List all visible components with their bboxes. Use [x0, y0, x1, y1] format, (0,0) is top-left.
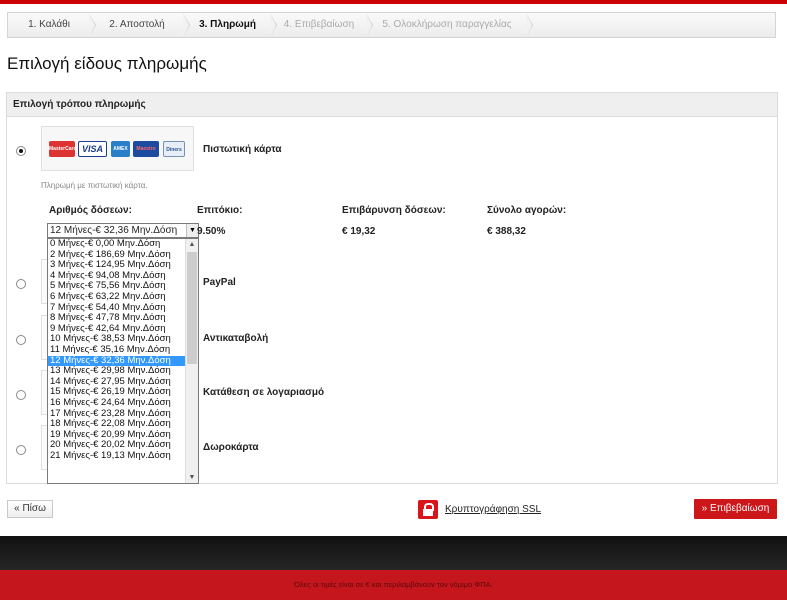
step-label: 2. Αποστολή: [109, 19, 165, 30]
radio-gift-card[interactable]: [16, 445, 26, 455]
dropdown-option[interactable]: 14 Μήνες-€ 27,95 Μην.Δόση: [48, 377, 185, 388]
dropdown-option[interactable]: 2 Μήνες-€ 186,69 Μην.Δόση: [48, 250, 185, 261]
dropdown-option[interactable]: 20 Μήνες-€ 20,02 Μην.Δόση: [48, 440, 185, 451]
page-title: Επιλογή είδους πληρωμής: [7, 54, 207, 73]
total-value: € 388,32: [487, 226, 526, 237]
scroll-up-icon[interactable]: ▲: [186, 241, 198, 248]
radio-credit-card[interactable]: [16, 146, 26, 156]
visa-icon: VISA: [78, 141, 107, 157]
dropdown-option[interactable]: 7 Μήνες-€ 54,40 Μην.Δόση: [48, 303, 185, 314]
ssl-notice: Κρυπτογράφηση SSL: [418, 499, 541, 519]
mastercard-icon: MasterCard: [49, 141, 77, 157]
dropdown-option[interactable]: 17 Μήνες-€ 23,28 Μην.Δόση: [48, 409, 185, 420]
dropdown-option[interactable]: 16 Μήνες-€ 24,64 Μην.Δόση: [48, 398, 185, 409]
maestro-icon: Maestro: [133, 141, 159, 157]
scroll-down-icon[interactable]: ▼: [186, 474, 198, 481]
dropdown-option[interactable]: 8 Μήνες-€ 47,78 Μην.Δόση: [48, 313, 185, 324]
payment-box-header: Επιλογή τρόπου πληρωμής: [7, 93, 777, 117]
installments-selected-value: 12 Μήνες-€ 32,36 Μην.Δόση: [50, 225, 178, 236]
dropdown-option[interactable]: 11 Μήνες-€ 35,16 Μην.Δόση: [48, 345, 185, 356]
dropdown-option[interactable]: 9 Μήνες-€ 42,64 Μην.Δόση: [48, 324, 185, 335]
total-header: Σύνολο αγορών:: [487, 205, 567, 216]
dropdown-option[interactable]: 15 Μήνες-€ 26,19 Μην.Δόση: [48, 387, 185, 398]
dropdown-option[interactable]: 5 Μήνες-€ 75,56 Μην.Δόση: [48, 281, 185, 292]
ssl-link[interactable]: Κρυπτογράφηση SSL: [445, 504, 541, 515]
surcharge-header: Επιβάρυνση δόσεων:: [342, 205, 446, 216]
dropdown-scrollbar[interactable]: ▲ ▼: [185, 239, 198, 483]
dropdown-option[interactable]: 12 Μήνες-€ 32,36 Μην.Δόση: [48, 355, 185, 367]
diners-icon: Diners: [163, 141, 185, 157]
footer-dark-band: [0, 536, 787, 570]
step-payment: 3. Πληρωμή: [184, 13, 277, 37]
top-accent-strip: [0, 0, 787, 4]
dropdown-option[interactable]: 10 Μήνες-€ 38,53 Μην.Δόση: [48, 334, 185, 345]
radio-paypal[interactable]: [16, 279, 26, 289]
step-label: 4. Επιβεβαίωση: [283, 19, 355, 30]
method-label-paypal[interactable]: PayPal: [203, 277, 236, 288]
step-complete: 5. Ολοκλήρωση παραγγελίας: [367, 13, 533, 37]
step-label: 5. Ολοκλήρωση παραγγελίας: [382, 19, 512, 30]
step-label: 3. Πληρωμή: [199, 19, 256, 30]
installments-count-header: Αριθμός δόσεων:: [49, 205, 132, 216]
method-label-bank-deposit[interactable]: Κατάθεση σε λογαριασμό: [203, 387, 324, 398]
payment-method-box: Επιλογή τρόπου πληρωμής MasterCard VISA …: [6, 92, 778, 484]
checkout-steps: 1. Καλάθι 2. Αποστολή 3. Πληρωμή 4. Επιβ…: [7, 12, 776, 38]
step-shipping[interactable]: 2. Αποστολή: [90, 13, 190, 37]
confirm-button[interactable]: » Επιβεβαίωση: [694, 499, 777, 519]
lock-icon: [418, 499, 438, 519]
step-label: 1. Καλάθι: [28, 19, 70, 30]
radio-bank-deposit[interactable]: [16, 390, 26, 400]
footer: Όλες οι τιμές είναι σε € και περιλαμβάνο…: [0, 570, 787, 600]
dropdown-option[interactable]: 3 Μήνες-€ 124,95 Μην.Δόση: [48, 260, 185, 271]
dropdown-option[interactable]: 4 Μήνες-€ 94,08 Μην.Δόση: [48, 271, 185, 282]
method-label-gift-card[interactable]: Δωροκάρτα: [203, 442, 259, 453]
credit-card-description: Πληρωμή με πιστωτική κάρτα.: [41, 181, 148, 190]
step-cart[interactable]: 1. Καλάθι: [8, 13, 96, 37]
amex-icon: AMEX: [111, 141, 130, 157]
method-label-cash-on-delivery[interactable]: Αντικαταβολή: [203, 333, 268, 344]
dropdown-option[interactable]: 13 Μήνες-€ 29,98 Μην.Δόση: [48, 366, 185, 377]
installments-select[interactable]: 12 Μήνες-€ 32,36 Μην.Δόση ▼: [47, 223, 199, 238]
footer-notice: Όλες οι τιμές είναι σε € και περιλαμβάνο…: [294, 580, 493, 589]
back-button[interactable]: « Πίσω: [7, 500, 53, 518]
dropdown-option[interactable]: 21 Μήνες-€ 19,13 Μην.Δόση: [48, 451, 185, 462]
scrollbar-thumb[interactable]: [187, 252, 197, 364]
dropdown-option[interactable]: 19 Μήνες-€ 20,99 Μην.Δόση: [48, 430, 185, 441]
step-confirmation: 4. Επιβεβαίωση: [271, 13, 373, 37]
surcharge-value: € 19,32: [342, 226, 376, 237]
interest-value: 9.50%: [197, 226, 226, 237]
interest-header: Επιτόκιο:: [197, 205, 243, 216]
dropdown-option[interactable]: 18 Μήνες-€ 22,08 Μην.Δόση: [48, 419, 185, 430]
dropdown-option[interactable]: 6 Μήνες-€ 63,22 Μην.Δόση: [48, 292, 185, 303]
installments-dropdown-list[interactable]: 0 Μήνες-€ 0,00 Μην.Δόση 2 Μήνες-€ 186,69 …: [47, 238, 199, 484]
method-label-credit-card[interactable]: Πιστωτική κάρτα: [203, 144, 282, 155]
credit-card-logos[interactable]: MasterCard VISA AMEX Maestro Diners: [41, 126, 194, 171]
dropdown-option[interactable]: 0 Μήνες-€ 0,00 Μην.Δόση: [48, 239, 185, 250]
radio-cash-on-delivery[interactable]: [16, 335, 26, 345]
